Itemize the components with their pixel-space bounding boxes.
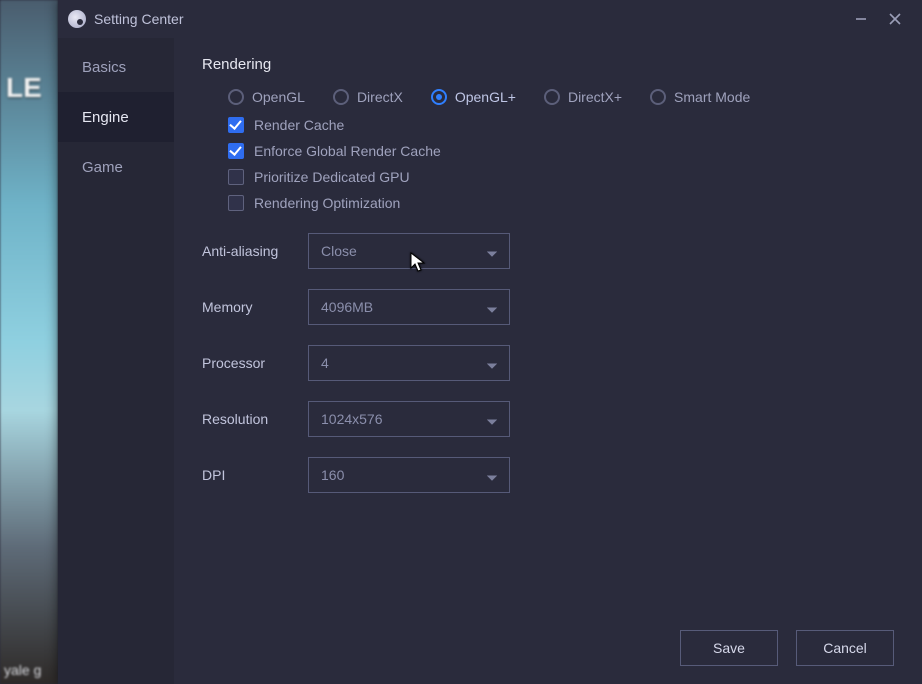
save-button[interactable]: Save [680,630,778,666]
footer-actions: Save Cancel [680,630,894,666]
radio-smart-mode[interactable]: Smart Mode [650,89,750,105]
radio-opengl-plus[interactable]: OpenGL+ [431,89,516,105]
close-button[interactable] [878,5,912,33]
sidebar-item-label: Basics [82,59,126,76]
label-processor: Processor [202,355,308,371]
select-dpi[interactable]: 160 [308,457,510,493]
rendering-mode-group: OpenGL DirectX OpenGL+ DirectX+ Smart Mo… [228,89,894,105]
section-title-rendering: Rendering [202,56,894,73]
radio-label: DirectX+ [568,89,622,105]
radio-dot-icon [228,89,244,105]
check-rendering-optimization[interactable]: Rendering Optimization [228,195,894,211]
chevron-down-icon [487,358,497,368]
chevron-down-icon [487,414,497,424]
rendering-checks-group: Render Cache Enforce Global Render Cache… [228,117,894,211]
radio-directx-plus[interactable]: DirectX+ [544,89,622,105]
chevron-down-icon [487,470,497,480]
sidebar-item-game[interactable]: Game [58,142,174,192]
checkbox-icon [228,117,244,133]
select-value: 4096MB [321,299,373,315]
check-label: Rendering Optimization [254,195,400,211]
check-render-cache[interactable]: Render Cache [228,117,894,133]
radio-dot-icon [431,89,447,105]
content-panel: Rendering OpenGL DirectX OpenGL+ DirectX… [174,38,922,684]
background-game-strip: LE yale g [0,0,58,684]
label-dpi: DPI [202,467,308,483]
check-enforce-global-render-cache[interactable]: Enforce Global Render Cache [228,143,894,159]
radio-label: DirectX [357,89,403,105]
sidebar: Basics Engine Game [58,38,174,684]
window-title: Setting Center [94,11,184,27]
radio-opengl[interactable]: OpenGL [228,89,305,105]
select-value: 160 [321,467,344,483]
radio-dot-icon [333,89,349,105]
sidebar-item-basics[interactable]: Basics [58,42,174,92]
radio-label: OpenGL [252,89,305,105]
select-processor[interactable]: 4 [308,345,510,381]
select-memory[interactable]: 4096MB [308,289,510,325]
select-resolution[interactable]: 1024x576 [308,401,510,437]
label-resolution: Resolution [202,411,308,427]
background-title-fragment: LE [6,72,42,104]
checkbox-icon [228,143,244,159]
check-label: Enforce Global Render Cache [254,143,441,159]
select-value: 4 [321,355,329,371]
minimize-button[interactable] [844,5,878,33]
radio-dot-icon [650,89,666,105]
check-prioritize-dedicated-gpu[interactable]: Prioritize Dedicated GPU [228,169,894,185]
select-value: Close [321,243,357,259]
sidebar-item-label: Game [82,159,123,176]
checkbox-icon [228,195,244,211]
label-anti-aliasing: Anti-aliasing [202,243,308,259]
checkbox-icon [228,169,244,185]
sidebar-item-label: Engine [82,109,129,126]
label-memory: Memory [202,299,308,315]
radio-label: OpenGL+ [455,89,516,105]
select-anti-aliasing[interactable]: Close [308,233,510,269]
check-label: Render Cache [254,117,344,133]
background-caption: yale g [4,662,41,678]
engine-form: Anti-aliasing Close Memory 4096MB Proces… [202,233,894,493]
radio-directx[interactable]: DirectX [333,89,403,105]
radio-label: Smart Mode [674,89,750,105]
button-label: Save [713,640,745,656]
cancel-button[interactable]: Cancel [796,630,894,666]
select-value: 1024x576 [321,411,383,427]
chevron-down-icon [487,246,497,256]
app-logo-icon [68,10,86,28]
button-label: Cancel [823,640,867,656]
settings-window: Setting Center Basics Engine Game Render… [58,0,922,684]
titlebar: Setting Center [58,0,922,38]
sidebar-item-engine[interactable]: Engine [58,92,174,142]
radio-dot-icon [544,89,560,105]
chevron-down-icon [487,302,497,312]
check-label: Prioritize Dedicated GPU [254,169,410,185]
